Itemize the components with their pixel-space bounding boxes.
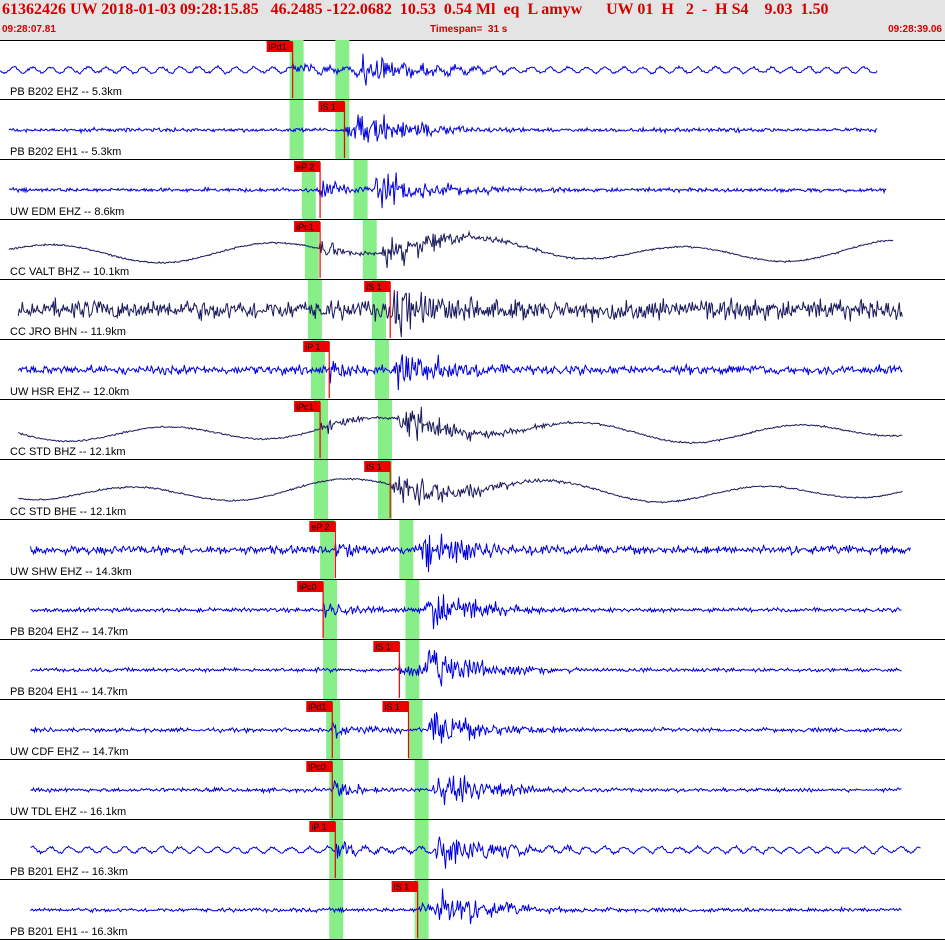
trace-label: CC JRO BHN -- 11.9km (10, 326, 126, 338)
waveform (17, 354, 903, 391)
pick-label: iPc0 (299, 582, 317, 592)
trace-row[interactable]: iS 1 PB B204 EH1 -- 14.7km (0, 641, 945, 700)
trace-row[interactable]: iPc0 UW TDL EHZ -- 16.1km (0, 761, 945, 820)
pick-label: iPd1 (269, 42, 287, 52)
s-window (362, 220, 377, 280)
waveform (30, 836, 921, 869)
waveform (8, 114, 878, 143)
waveform (0, 53, 878, 86)
pick-label: iS 1 (366, 462, 382, 472)
trace-row[interactable]: iP 1 UW HSR EHZ -- 12.0km (0, 341, 945, 400)
phase-pick[interactable]: iS 1 (391, 881, 419, 938)
event-summary-title: 61362426 UW 2018-01-03 09:28:15.85 46.24… (2, 1, 829, 18)
pick-label: iS 1 (375, 642, 391, 652)
waveform (30, 888, 902, 925)
header-bar: 61362426 UW 2018-01-03 09:28:15.85 46.24… (0, 0, 945, 41)
waveform (30, 533, 911, 573)
trace-row[interactable]: iS 1 CC STD BHE -- 12.1km (0, 461, 945, 520)
trace-label: PB B204 EHZ -- 14.7km (10, 626, 128, 638)
pick-label: iS 1 (394, 882, 410, 892)
trace-row[interactable]: iPc1 CC STD BHZ -- 12.1km (0, 401, 945, 460)
waveform (17, 290, 903, 338)
end-time-label: 09:28:39.06 (888, 24, 942, 35)
trace-row[interactable]: iS 1 PB B202 EH1 -- 5.3km (0, 101, 945, 160)
trace-label: UW TDL EHZ -- 16.1km (10, 806, 126, 818)
pick-label: iP 1 (311, 822, 326, 832)
trace-label: CC VALT BHZ -- 10.1km (10, 266, 129, 278)
trace-row[interactable]: eP 2 UW EDM EHZ -- 8.6km (0, 161, 945, 220)
trace-label: UW HSR EHZ -- 12.0km (10, 386, 129, 398)
trace-label: UW SHW EHZ -- 14.3km (10, 566, 132, 578)
trace-label: PB B201 EHZ -- 16.3km (10, 866, 128, 878)
trace-label: CC STD BHE -- 12.1km (10, 506, 126, 518)
pick-label: eP 2 (311, 522, 329, 532)
waveform (8, 230, 894, 269)
timespan-label: Timespan= 31 s (430, 24, 508, 35)
start-time-label: 09:28:07.81 (2, 24, 56, 35)
pick-label: iPc1 (296, 402, 314, 412)
trace-row[interactable]: iS 1 CC JRO BHN -- 11.9km (0, 281, 945, 340)
pick-label: iP 1 (305, 342, 320, 352)
p-window (313, 460, 328, 520)
waveform (18, 406, 903, 445)
trace-label: CC STD BHZ -- 12.1km (10, 446, 126, 458)
phase-pick[interactable]: iPd1 (266, 41, 294, 98)
pick-label: iS 1 (366, 282, 382, 292)
waveform (30, 594, 902, 630)
trace-label: PB B201 EH1 -- 16.3km (10, 926, 127, 938)
waveform (30, 649, 902, 687)
trace-row[interactable]: eP 2 UW SHW EHZ -- 14.3km (0, 521, 945, 580)
trace-label: UW EDM EHZ -- 8.6km (10, 206, 124, 218)
pick-label: iPc0 (308, 762, 326, 772)
trace-row[interactable]: iPc1 CC VALT BHZ -- 10.1km (0, 221, 945, 280)
trace-row[interactable]: iPd1 PB B202 EHZ -- 5.3km (0, 41, 945, 100)
trace-label: PB B202 EH1 -- 5.3km (10, 146, 121, 158)
trace-row[interactable]: iP 1 PB B201 EHZ -- 16.3km (0, 821, 945, 880)
pick-label: iPc1 (296, 222, 314, 232)
phase-pick[interactable]: iS 1 (373, 641, 400, 698)
trace-row[interactable]: iS 1 PB B201 EH1 -- 16.3km (0, 881, 945, 940)
seismogram-panel[interactable]: iPd1 PB B202 EHZ -- 5.3km iS 1 PB B202 EH1 … (0, 40, 945, 940)
pick-label: iS 1 (384, 702, 400, 712)
waveform (30, 712, 902, 744)
waveform (18, 476, 903, 506)
pick-label: eP 2 (296, 162, 314, 172)
waveform (8, 172, 887, 209)
trace-label: UW CDF EHZ -- 14.7km (10, 746, 129, 758)
pick-label: iS 1 (320, 102, 336, 112)
waveform (30, 775, 902, 806)
trace-row[interactable]: iPc0 PB B204 EHZ -- 14.7km (0, 581, 945, 640)
pick-label: iPd1 (308, 702, 326, 712)
trace-row[interactable]: iPd1 iS 1 UW CDF EHZ -- 14.7km (0, 701, 945, 760)
trace-label: PB B204 EH1 -- 14.7km (10, 686, 127, 698)
trace-label: PB B202 EHZ -- 5.3km (10, 86, 122, 98)
s-window (378, 400, 392, 460)
